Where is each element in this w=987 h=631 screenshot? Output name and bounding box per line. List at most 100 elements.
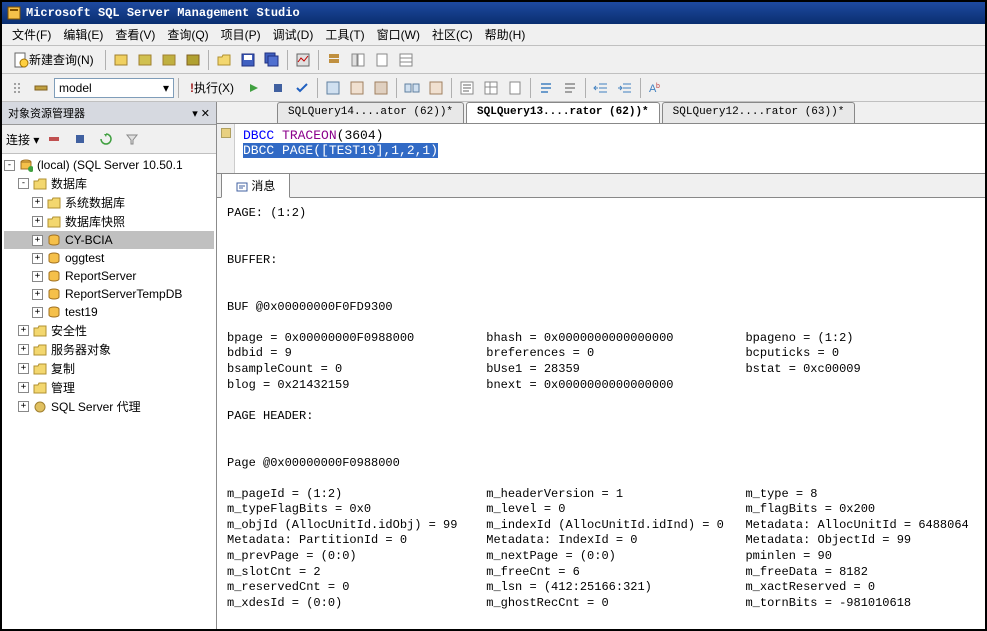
database-selector[interactable]: model ▾ [54, 78, 174, 98]
db-engine-query-button[interactable] [110, 49, 132, 71]
tree-db-reportserver[interactable]: +ReportServer [4, 267, 214, 285]
svg-text:b: b [656, 83, 660, 90]
results-tabbar: 消息 [217, 174, 985, 198]
menu-debug[interactable]: 调试(D) [267, 24, 320, 45]
tree-db-test19[interactable]: +test19 [4, 303, 214, 321]
grip-icon [6, 77, 28, 99]
tree-db-reportservertempdb[interactable]: +ReportServerTempDB [4, 285, 214, 303]
toolbar-separator [640, 78, 641, 98]
toolbar-separator [287, 50, 288, 70]
toolbar-separator [178, 78, 179, 98]
tree-db-oggtest[interactable]: +oggtest [4, 249, 214, 267]
toolbar-sql: model ▾ ! 执行(X) Ab [2, 74, 985, 102]
menu-community[interactable]: 社区(C) [426, 24, 479, 45]
comment-button[interactable] [535, 77, 557, 99]
menu-project[interactable]: 项目(P) [215, 24, 267, 45]
query-options-button[interactable] [346, 77, 368, 99]
connect-button[interactable]: 连接 ▾ [6, 131, 39, 148]
messages-output[interactable]: PAGE: (1:2) BUFFER: BUF @0x00000000F0FD9… [217, 198, 985, 629]
refresh-button[interactable] [95, 128, 117, 150]
tree-management[interactable]: +管理 [4, 378, 214, 397]
new-query-icon [13, 52, 29, 68]
sql-editor[interactable]: DBCC TRACEON(3604) DBCC PAGE([TEST19],1,… [217, 124, 985, 174]
registered-servers-button[interactable] [323, 49, 345, 71]
tree-databases-node[interactable]: -数据库 [4, 174, 214, 193]
toolbar-separator [318, 50, 319, 70]
activity-monitor-button[interactable] [292, 49, 314, 71]
stop-button[interactable] [267, 77, 289, 99]
toolbar-separator [208, 50, 209, 70]
content-area: SQLQuery14....ator (62))* SQLQuery13....… [217, 102, 985, 629]
tree-security[interactable]: +安全性 [4, 321, 214, 340]
open-button[interactable] [213, 49, 235, 71]
properties-button[interactable] [395, 49, 417, 71]
code-area[interactable]: DBCC TRACEON(3604) DBCC PAGE([TEST19],1,… [235, 124, 985, 173]
save-all-button[interactable] [261, 49, 283, 71]
menu-file[interactable]: 文件(F) [6, 24, 57, 45]
window-titlebar: Microsoft SQL Server Management Studio [2, 2, 985, 24]
toolbar-separator [585, 78, 586, 98]
stop-button[interactable] [69, 128, 91, 150]
tree-db-cybcia[interactable]: +CY-BCIA [4, 231, 214, 249]
results-grid-button[interactable] [480, 77, 502, 99]
template-explorer-button[interactable] [371, 49, 393, 71]
new-query-button[interactable]: 新建查询(N) [6, 48, 101, 71]
messages-tab[interactable]: 消息 [221, 173, 290, 198]
results-file-button[interactable] [504, 77, 526, 99]
tree-system-databases[interactable]: +系统数据库 [4, 193, 214, 212]
include-stats-button[interactable] [425, 77, 447, 99]
menu-help[interactable]: 帮助(H) [479, 24, 532, 45]
disconnect-button[interactable] [43, 128, 65, 150]
toolbar-separator [451, 78, 452, 98]
parse-button[interactable] [291, 77, 313, 99]
mdx-query-button[interactable] [134, 49, 156, 71]
tab-sqlquery14[interactable]: SQLQuery14....ator (62))* [277, 102, 464, 123]
object-explorer-toolbar: 连接 ▾ [2, 125, 216, 154]
menu-query[interactable]: 查询(Q) [161, 24, 214, 45]
tab-sqlquery13[interactable]: SQLQuery13....rator (62))* [466, 102, 660, 123]
menubar: 文件(F) 编辑(E) 查看(V) 查询(Q) 项目(P) 调试(D) 工具(T… [2, 24, 985, 46]
messages-icon [236, 181, 248, 193]
filter-button[interactable] [121, 128, 143, 150]
tree-snapshots[interactable]: +数据库快照 [4, 212, 214, 231]
menu-view[interactable]: 查看(V) [109, 24, 161, 45]
selected-code: DBCC PAGE([TEST19],1,2,1) [243, 143, 438, 158]
tree-sql-agent[interactable]: +SQL Server 代理 [4, 397, 214, 416]
object-tree[interactable]: -(local) (SQL Server 10.50.1 -数据库 +系统数据库… [2, 154, 216, 629]
uncomment-button[interactable] [559, 77, 581, 99]
panel-menu-icon[interactable]: ▾ ✕ [192, 107, 210, 120]
chevron-down-icon: ▾ [163, 81, 169, 95]
object-explorer-button[interactable] [347, 49, 369, 71]
tree-server-objects[interactable]: +服务器对象 [4, 340, 214, 359]
tree-replication[interactable]: +复制 [4, 359, 214, 378]
toolbar-separator [317, 78, 318, 98]
toolbar-separator [105, 50, 106, 70]
intellisense-button[interactable] [370, 77, 392, 99]
specify-values-button[interactable]: Ab [645, 77, 667, 99]
app-icon [6, 5, 22, 21]
editor-tabs: SQLQuery14....ator (62))* SQLQuery13....… [217, 102, 985, 124]
change-connection-button[interactable] [30, 77, 52, 99]
window-title: Microsoft SQL Server Management Studio [26, 6, 300, 20]
debug-button[interactable] [243, 77, 265, 99]
menu-tools[interactable]: 工具(T) [319, 24, 370, 45]
toolbar-separator [530, 78, 531, 98]
increase-indent-button[interactable] [614, 77, 636, 99]
save-button[interactable] [237, 49, 259, 71]
dmx-query-button[interactable] [158, 49, 180, 71]
tree-server-node[interactable]: -(local) (SQL Server 10.50.1 [4, 156, 214, 174]
estimated-plan-button[interactable] [322, 77, 344, 99]
include-plan-button[interactable] [401, 77, 423, 99]
tab-sqlquery12[interactable]: SQLQuery12....rator (63))* [662, 102, 856, 123]
decrease-indent-button[interactable] [590, 77, 612, 99]
toolbar-separator [396, 78, 397, 98]
editor-gutter [217, 124, 235, 173]
object-explorer-panel: 对象资源管理器 ▾ ✕ 连接 ▾ -(local) (SQL Server 10… [2, 102, 217, 629]
object-explorer-title: 对象资源管理器 ▾ ✕ [2, 102, 216, 125]
execute-button[interactable]: ! 执行(X) [183, 76, 241, 99]
results-text-button[interactable] [456, 77, 478, 99]
menu-window[interactable]: 窗口(W) [371, 24, 426, 45]
menu-edit[interactable]: 编辑(E) [57, 24, 109, 45]
xmla-query-button[interactable] [182, 49, 204, 71]
toolbar-main: 新建查询(N) [2, 46, 985, 74]
